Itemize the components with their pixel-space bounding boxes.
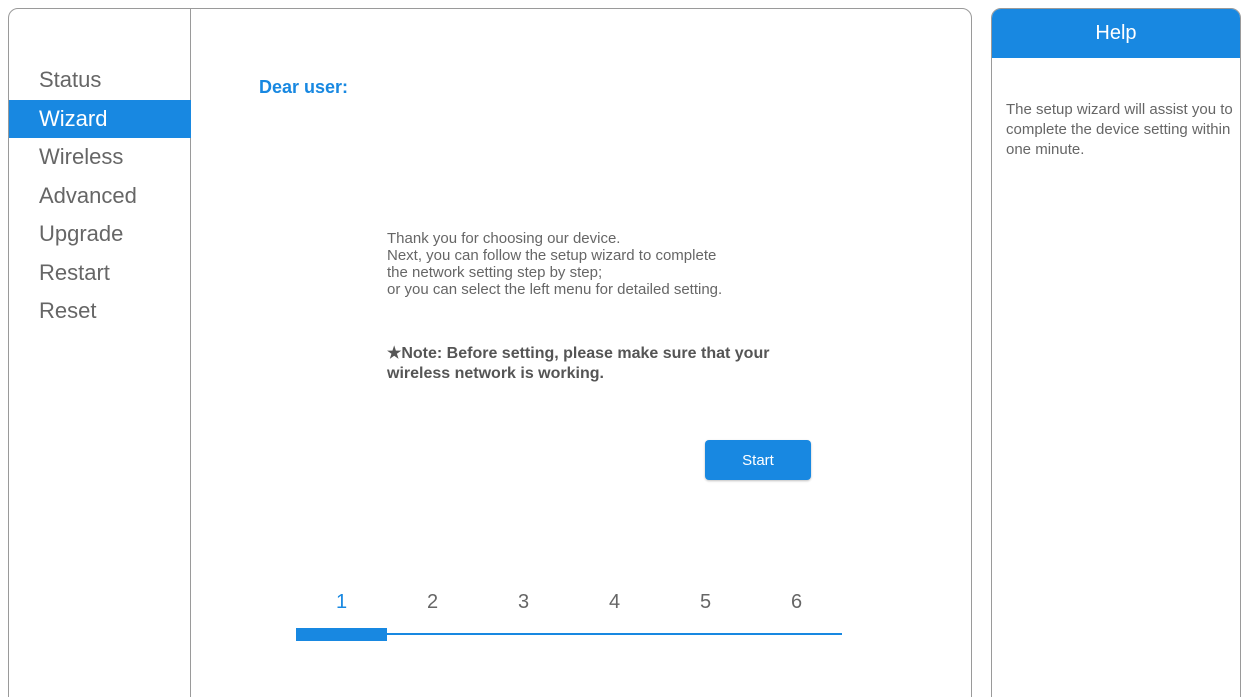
sidebar-item-upgrade[interactable]: Upgrade (9, 215, 191, 254)
sidebar-item-advanced[interactable]: Advanced (9, 177, 191, 216)
step-6: 6 (790, 591, 803, 613)
sidebar-item-restart[interactable]: Restart (9, 254, 191, 293)
help-title: Help (992, 9, 1240, 58)
step-5: 5 (699, 591, 712, 613)
wizard-content: Dear user: Thank you for choosing our de… (192, 9, 971, 697)
help-panel: Help The setup wizard will assist you to… (991, 8, 1241, 697)
step-indicator: 1 2 3 4 5 6 (296, 591, 842, 641)
sidebar-item-reset[interactable]: Reset (9, 292, 191, 331)
help-text: The setup wizard will assist you to comp… (1006, 101, 1233, 158)
greeting-heading: Dear user: (259, 77, 349, 97)
main-panel: Status Wizard Wireless Advanced Upgrade … (8, 8, 972, 697)
intro-line: the network setting step by step; (387, 264, 603, 281)
step-3: 3 (517, 591, 530, 613)
step-2: 2 (426, 591, 439, 613)
sidebar-item-wireless[interactable]: Wireless (9, 138, 191, 177)
start-button[interactable]: Start (705, 440, 811, 480)
step-1: 1 (335, 591, 348, 613)
intro-line: Thank you for choosing our device. (387, 230, 621, 247)
step-progress-fill (296, 628, 387, 641)
intro-line: or you can select the left menu for deta… (387, 281, 723, 298)
sidebar-item-wizard[interactable]: Wizard (9, 99, 191, 138)
step-4: 4 (608, 591, 621, 613)
note-text: ★Note: Before setting, please make sure … (387, 345, 770, 382)
sidebar-item-status[interactable]: Status (9, 61, 191, 100)
sidebar: Status Wizard Wireless Advanced Upgrade … (9, 9, 191, 697)
sidebar-nav: Status Wizard Wireless Advanced Upgrade … (9, 61, 191, 331)
intro-line: Next, you can follow the setup wizard to… (387, 247, 717, 264)
intro-text: Thank you for choosing our device. Next,… (387, 230, 827, 298)
